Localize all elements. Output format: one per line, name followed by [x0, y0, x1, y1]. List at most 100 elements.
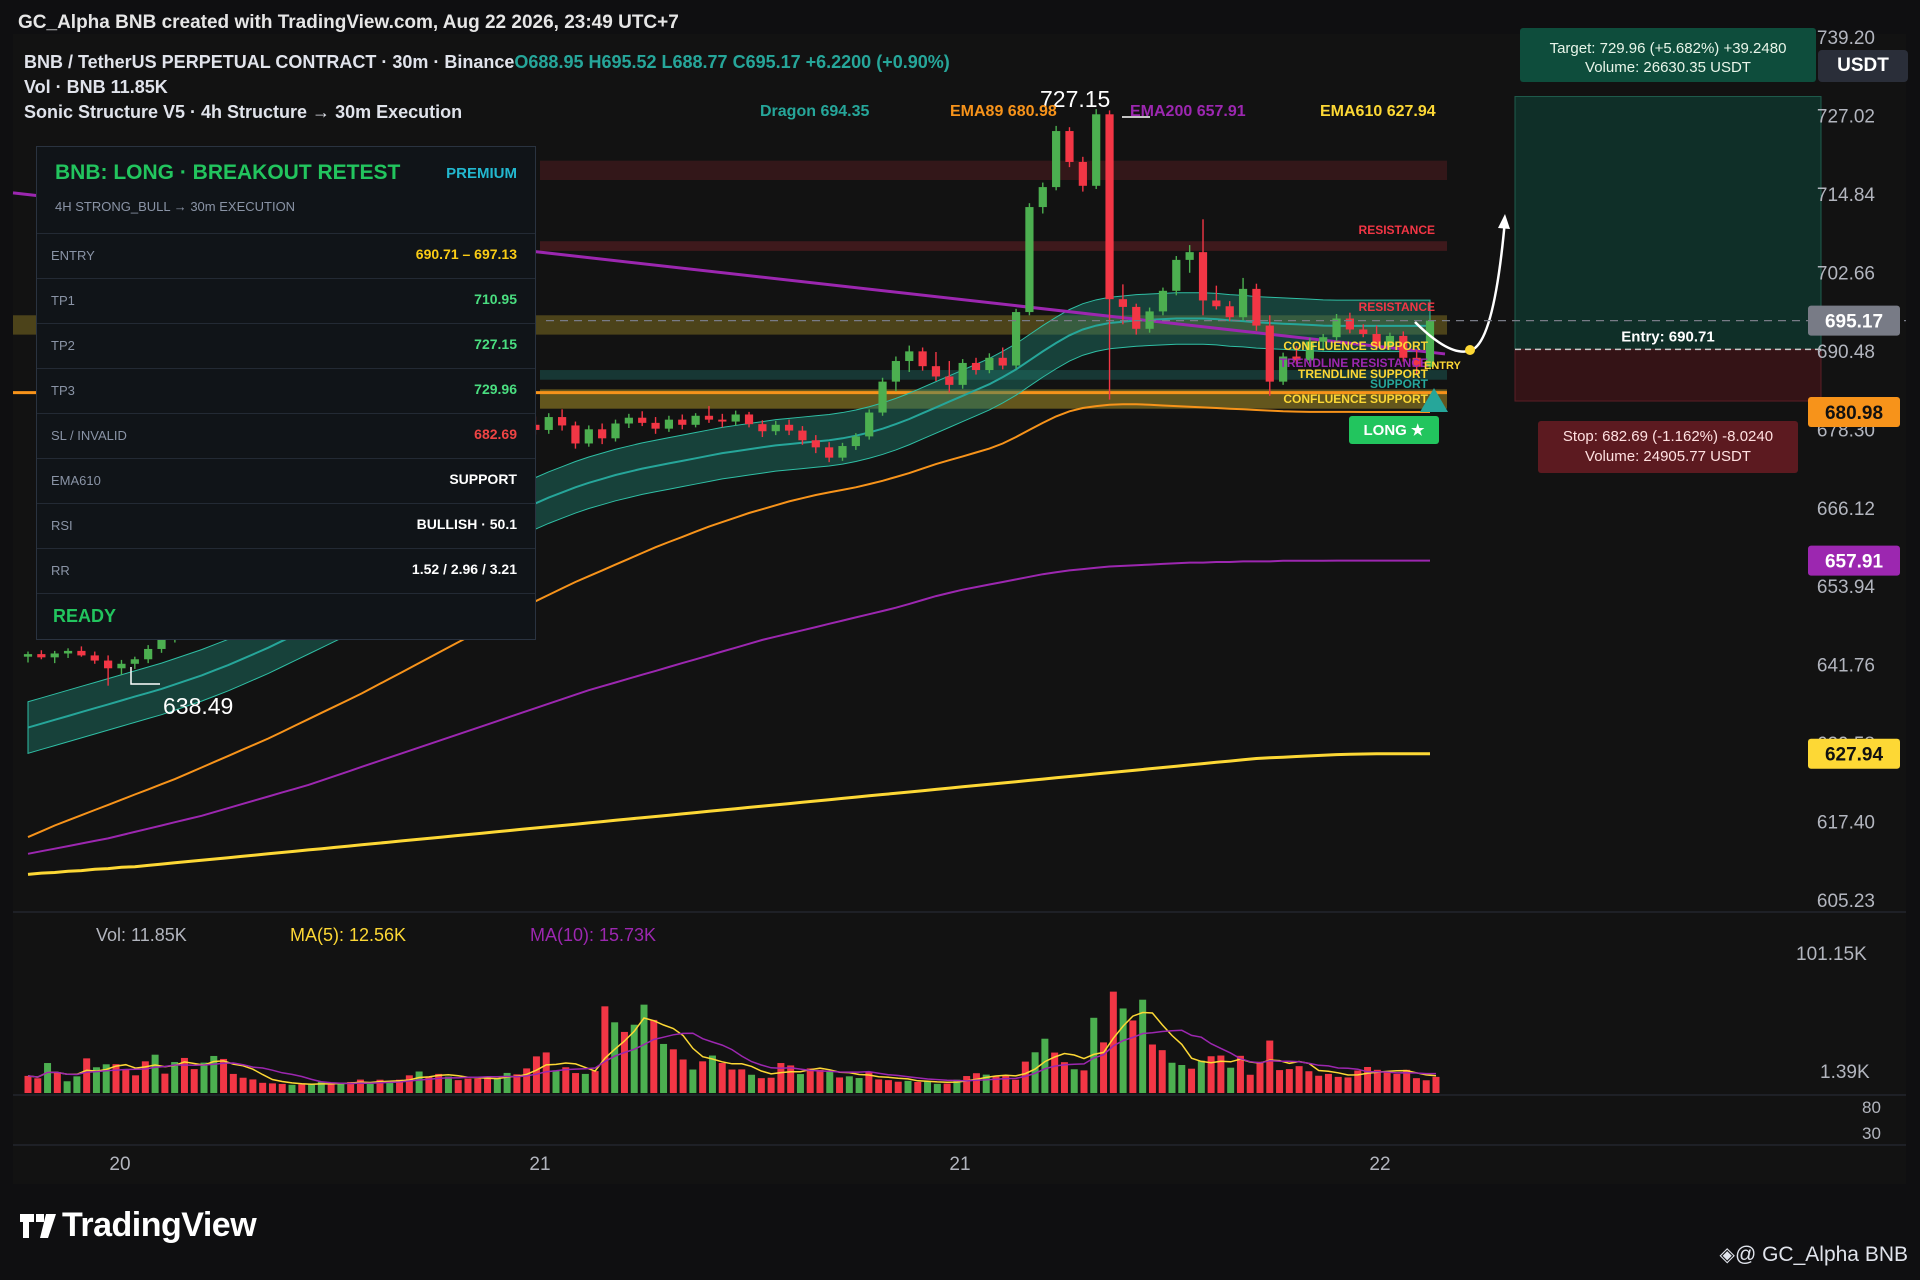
signal-row-value: 729.96	[474, 381, 517, 397]
volume-bar	[288, 1084, 296, 1093]
candle	[918, 351, 927, 367]
candle	[811, 440, 820, 448]
symbol-line[interactable]: BNB / TetherUS PERPETUAL CONTRACT · 30m …	[24, 52, 950, 73]
volume-bar	[738, 1069, 746, 1093]
currency-button[interactable]: USDT	[1818, 50, 1908, 82]
candle	[704, 415, 714, 420]
candle	[23, 654, 33, 657]
volume-bar	[268, 1083, 276, 1093]
volume-bar	[914, 1081, 922, 1093]
price-tick-label: 617.40	[1817, 813, 1875, 834]
tradingview-logo-text: TradingView	[62, 1206, 257, 1244]
candle	[891, 361, 901, 382]
volume-bar	[1012, 1079, 1020, 1093]
candle	[37, 654, 46, 658]
candle	[611, 423, 620, 439]
candle	[1332, 318, 1341, 338]
volume-bar	[337, 1082, 345, 1093]
volume-bar	[298, 1084, 306, 1093]
chart-title: GC_Alpha BNB created with TradingView.co…	[18, 12, 679, 33]
signal-row: ENTRY 690.71 – 697.13	[37, 233, 535, 278]
volume-axis-min: 1.39K	[1820, 1062, 1870, 1083]
signal-row-key: ENTRY	[51, 248, 95, 263]
candle	[1158, 290, 1168, 312]
volume-bar	[1276, 1070, 1284, 1093]
volume-bar	[972, 1073, 980, 1093]
candle	[851, 436, 860, 447]
author-name: @ GC_Alpha BNB	[1734, 1243, 1908, 1266]
rsi-axis-80: 80	[1862, 1098, 1881, 1117]
volume-bar	[884, 1080, 892, 1093]
signal-row-divider	[37, 593, 535, 595]
volume-bar	[484, 1076, 492, 1093]
signal-row-value: 690.71 – 697.13	[415, 246, 517, 262]
signal-row-key: EMA610	[51, 473, 101, 488]
volume-bar	[748, 1074, 756, 1093]
binance-diamond-icon: ◈	[1719, 1244, 1735, 1266]
signal-row-key: SL / INVALID	[51, 428, 127, 443]
volume-bar	[601, 1006, 609, 1093]
candle	[744, 414, 754, 425]
signal-row: SL / INVALID 682.69	[37, 413, 535, 458]
signal-row-value: 1.52 / 2.96 / 3.21	[411, 561, 517, 577]
signal-row-value: 727.15	[474, 336, 517, 352]
resistance-label: RESISTANCE	[1359, 223, 1435, 237]
signal-row-key: RSI	[51, 518, 73, 533]
candle	[1238, 288, 1248, 318]
volume-bar	[1070, 1069, 1078, 1093]
volume-bar	[474, 1078, 482, 1093]
signal-row-key: TP2	[51, 338, 75, 353]
candle	[1225, 306, 1234, 318]
signal-row-key: TP1	[51, 293, 75, 308]
candle	[571, 425, 580, 444]
price-tick-label: 690.48	[1817, 342, 1875, 363]
price-tag-label: 627.94	[1825, 745, 1884, 766]
price-tick-label: 739.20	[1817, 28, 1875, 49]
stop-zone	[1514, 348, 1822, 402]
candle	[945, 376, 954, 385]
time-tick-label: 20	[109, 1154, 130, 1175]
candle	[1212, 300, 1221, 307]
signal-row-value: BULLISH · 50.1	[416, 516, 517, 532]
volume-bar	[1383, 1072, 1391, 1093]
volume-bar	[933, 1083, 941, 1093]
candle	[1185, 252, 1194, 260]
volume-bar	[650, 1019, 658, 1093]
candle	[678, 419, 687, 425]
volume-bar	[708, 1055, 716, 1093]
signal-panel: BNB: LONG · BREAKOUT RETEST PREMIUM 4H S…	[36, 146, 536, 640]
volume-bar	[904, 1080, 912, 1093]
volume-bar	[630, 1024, 638, 1093]
volume-bar	[1197, 1060, 1205, 1093]
volume-bar	[767, 1077, 775, 1093]
volume-legend-ma5: MA(5): 12.56K	[290, 925, 406, 945]
volume-bar	[523, 1068, 531, 1093]
volume-bar	[963, 1076, 971, 1093]
volume-bar	[1324, 1073, 1332, 1093]
signal-status: READY	[53, 606, 117, 626]
price-tag-label: 680.98	[1825, 403, 1883, 424]
signal-row: RSI BULLISH · 50.1	[37, 503, 535, 548]
candle	[784, 424, 794, 431]
candle	[1092, 114, 1101, 186]
candle	[865, 412, 874, 437]
volume-bar	[24, 1075, 32, 1093]
candle	[117, 663, 126, 669]
volume-bar	[1236, 1055, 1244, 1093]
volume-bar	[435, 1073, 443, 1093]
tradingview-logo[interactable]: TradingView	[20, 1206, 257, 1245]
volume-bar	[660, 1043, 668, 1093]
candle	[758, 424, 767, 432]
volume-indicator-label[interactable]: Vol · BNB 11.85K	[24, 77, 168, 98]
volume-bar	[190, 1069, 198, 1093]
indicator-label[interactable]: Sonic Structure V5 · 4h Structure → 30m …	[24, 102, 462, 123]
volume-bar	[278, 1083, 286, 1093]
volume-bar	[943, 1083, 951, 1093]
signal-row-key: TP3	[51, 383, 75, 398]
candle	[63, 650, 73, 654]
signal-row: TP2 727.15	[37, 323, 535, 368]
symbol-name[interactable]: BNB / TetherUS PERPETUAL CONTRACT · 30m …	[24, 52, 514, 72]
stop-info-line: Volume: 24905.77 USDT	[1585, 448, 1751, 465]
target-info-line: Volume: 26630.35 USDT	[1585, 59, 1751, 76]
volume-bar	[757, 1078, 765, 1093]
